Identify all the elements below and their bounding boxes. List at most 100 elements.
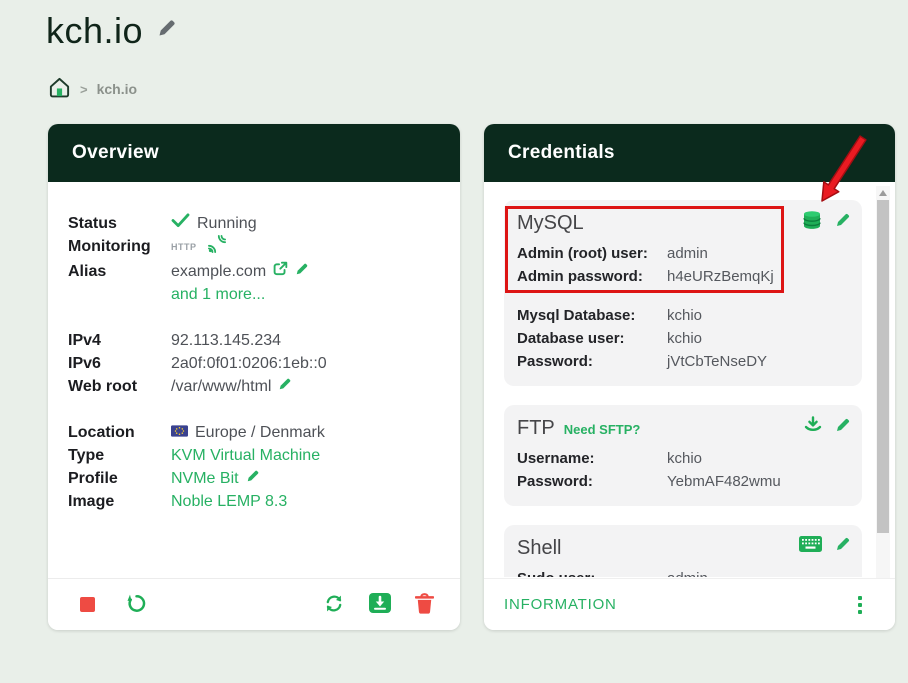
- credentials-body: MySQL Admin (root) user: admin Admin pas…: [484, 182, 895, 577]
- status-label: Status: [68, 212, 171, 235]
- alias-value: example.com: [171, 260, 266, 283]
- alias-more-link[interactable]: and 1 more...: [171, 286, 265, 303]
- credentials-card: Credentials MySQL Admin (root): [484, 124, 895, 630]
- alias-label: Alias: [68, 260, 171, 283]
- edit-title-icon[interactable]: [157, 18, 177, 43]
- credentials-card-header: Credentials: [484, 124, 895, 182]
- check-icon: [171, 212, 190, 235]
- image-row: Image Noble LEMP 8.3: [68, 490, 440, 513]
- overview-actions: [48, 578, 460, 630]
- shell-panel: Shell Sudo user: admin: [504, 525, 862, 577]
- mysql-panel: MySQL Admin (root) user: admin Admin pas…: [504, 200, 862, 386]
- image-label: Image: [68, 490, 171, 513]
- mysql-admin-password-value: h4eURzBemqKj: [667, 265, 774, 288]
- shell-sudo-user-value: admin: [667, 567, 708, 577]
- edit-alias-icon[interactable]: [295, 260, 309, 283]
- information-link[interactable]: INFORMATION: [504, 596, 617, 613]
- trash-icon: [415, 593, 434, 617]
- eu-flag-icon: [171, 421, 188, 444]
- edit-ftp-icon[interactable]: [835, 417, 851, 438]
- credentials-footer: INFORMATION: [484, 578, 895, 630]
- external-link-icon[interactable]: [273, 260, 288, 283]
- mysql-database-value: kchio: [667, 304, 702, 327]
- mysql-db-user-label: Database user:: [517, 327, 667, 350]
- credentials-title: Credentials: [508, 142, 615, 164]
- install-button[interactable]: [369, 593, 391, 616]
- profile-row: Profile NVMe Bit: [68, 467, 440, 490]
- type-value: KVM Virtual Machine: [171, 444, 320, 467]
- overview-group-machine: Location Europe / Denmark: [68, 421, 440, 513]
- mysql-admin-user-label: Admin (root) user:: [517, 242, 667, 265]
- kebab-menu-icon[interactable]: [855, 593, 865, 617]
- ftp-heading: FTP: [517, 417, 555, 440]
- image-value: Noble LEMP 8.3: [171, 490, 287, 513]
- overview-body: Status Running Monitoring HTTP: [48, 182, 460, 513]
- type-row: Type KVM Virtual Machine: [68, 444, 440, 467]
- credentials-scrollbar[interactable]: [876, 186, 890, 578]
- keyboard-icon[interactable]: [799, 536, 822, 557]
- mysql-db-user-row: Database user: kchio: [517, 327, 862, 350]
- stop-icon: [80, 597, 95, 612]
- mysql-db-password-value: jVtCbTeNseDY: [667, 350, 767, 373]
- webroot-value: /var/www/html: [171, 375, 271, 398]
- status-value: Running: [197, 212, 257, 235]
- edit-shell-icon[interactable]: [835, 536, 851, 557]
- ipv6-value: 2a0f:0f01:0206:1eb::0: [171, 352, 327, 375]
- ipv4-value: 92.113.145.234: [171, 329, 281, 352]
- ipv4-row: IPv4 92.113.145.234: [68, 329, 440, 352]
- ftp-username-value: kchio: [667, 447, 702, 470]
- ipv6-row: IPv6 2a0f:0f01:0206:1eb::0: [68, 352, 440, 375]
- mysql-db-user-value: kchio: [667, 327, 702, 350]
- mysql-database-label: Mysql Database:: [517, 304, 667, 327]
- ftp-username-label: Username:: [517, 447, 667, 470]
- delete-button[interactable]: [415, 593, 434, 617]
- webroot-row: Web root /var/www/html: [68, 375, 440, 398]
- breadcrumb-separator: >: [80, 82, 88, 97]
- install-icon: [369, 593, 391, 616]
- mysql-admin-user-value: admin: [667, 242, 708, 265]
- shell-sudo-user-row: Sudo user: admin: [517, 567, 862, 577]
- mysql-admin-password-row: Admin password: h4eURzBemqKj: [517, 265, 862, 288]
- profile-value: NVMe Bit: [171, 467, 239, 490]
- ftp-password-value: YebmAF482wmu: [667, 470, 781, 493]
- sync-icon: [323, 592, 345, 618]
- ipv4-label: IPv4: [68, 329, 171, 352]
- database-icon[interactable]: [802, 211, 822, 234]
- stop-button[interactable]: [80, 597, 95, 612]
- download-icon[interactable]: [804, 416, 822, 438]
- scrollbar-thumb[interactable]: [877, 200, 889, 533]
- http-badge: HTTP: [171, 236, 197, 259]
- mysql-db-password-row: Password: jVtCbTeNseDY: [517, 350, 862, 373]
- alias-more-row: and 1 more...: [171, 283, 440, 306]
- scroll-up-arrow[interactable]: [879, 190, 887, 196]
- page-title-row: kch.io: [46, 10, 177, 52]
- edit-mysql-icon[interactable]: [835, 212, 851, 233]
- monitoring-row: Monitoring HTTP: [68, 235, 440, 260]
- mysql-database-row: Mysql Database: kchio: [517, 304, 862, 327]
- overview-card-header: Overview: [48, 124, 460, 182]
- edit-webroot-icon[interactable]: [278, 375, 292, 398]
- location-value: Europe / Denmark: [195, 421, 325, 444]
- need-sftp-link[interactable]: Need SFTP?: [564, 422, 641, 437]
- edit-profile-icon[interactable]: [246, 467, 260, 490]
- ipv6-label: IPv6: [68, 352, 171, 375]
- webroot-label: Web root: [68, 375, 171, 398]
- mysql-admin-user-row: Admin (root) user: admin: [517, 242, 862, 265]
- breadcrumb-current[interactable]: kch.io: [97, 81, 137, 97]
- restart-button[interactable]: [125, 592, 148, 618]
- overview-title: Overview: [72, 142, 159, 164]
- breadcrumb: > kch.io: [48, 76, 137, 102]
- shell-sudo-user-label: Sudo user:: [517, 567, 667, 577]
- ftp-panel: FTP Need SFTP? Username: kchio Password:…: [504, 405, 862, 506]
- type-label: Type: [68, 444, 171, 467]
- monitoring-signal-icon[interactable]: [208, 235, 226, 260]
- monitoring-label: Monitoring: [68, 235, 171, 258]
- overview-group-network: IPv4 92.113.145.234 IPv6 2a0f:0f01:0206:…: [68, 329, 440, 398]
- location-row: Location Europe / Denmark: [68, 421, 440, 444]
- profile-label: Profile: [68, 467, 171, 490]
- home-icon[interactable]: [48, 76, 71, 102]
- ftp-password-row: Password: YebmAF482wmu: [517, 470, 862, 493]
- sync-button[interactable]: [323, 592, 345, 618]
- mysql-admin-password-label: Admin password:: [517, 265, 667, 288]
- ftp-username-row: Username: kchio: [517, 447, 862, 470]
